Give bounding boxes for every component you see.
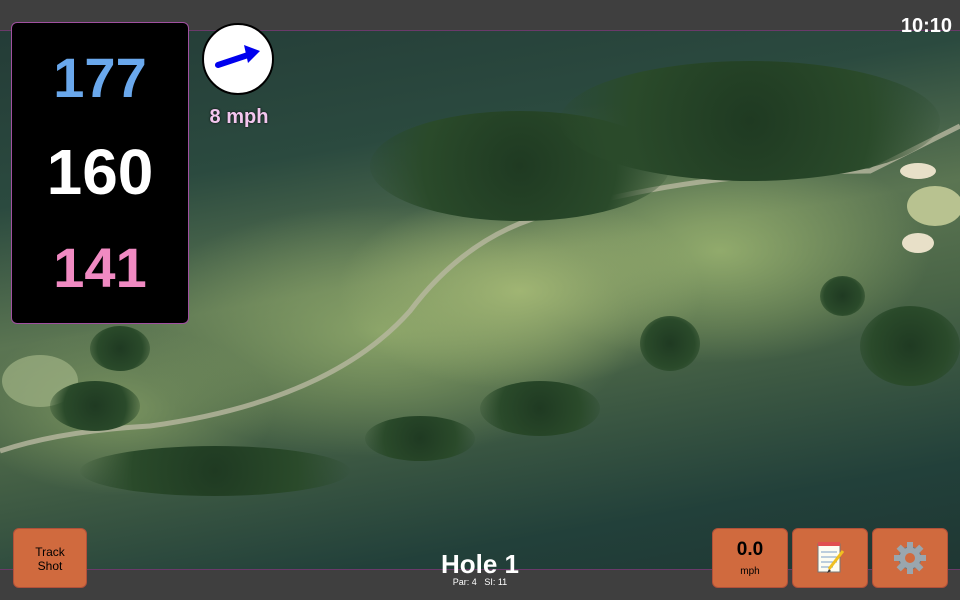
speed-button[interactable]: 0.0 mph: [712, 528, 788, 588]
tree-line: [365, 416, 475, 461]
tree-line: [860, 306, 960, 386]
speed-value: 0.0: [736, 539, 764, 560]
bunker: [900, 163, 936, 179]
tree: [90, 326, 150, 371]
settings-button[interactable]: [872, 528, 948, 588]
track-shot-label-line2: Shot: [37, 559, 63, 573]
wind-speed: 8 mph: [209, 106, 269, 128]
track-shot-button[interactable]: Track Shot: [13, 528, 87, 588]
tree-line: [560, 61, 940, 181]
tree: [640, 316, 700, 371]
notepad-icon: [817, 542, 845, 573]
hole-title: Hole 1: [440, 549, 520, 579]
speed-unit: mph: [740, 566, 760, 577]
tree-line: [480, 381, 600, 436]
hole-par: Par: 4: [452, 577, 477, 587]
hole-stroke-index: SI: 11: [484, 577, 508, 587]
hole-info: Par: 4 SI: 11: [380, 577, 580, 587]
track-shot-label-line1: Track: [35, 545, 65, 559]
green: [907, 186, 960, 226]
distance-panel: 177 160 141: [11, 22, 189, 324]
tree-line: [50, 381, 140, 431]
gear-icon: [894, 542, 926, 574]
tree: [820, 276, 865, 316]
tree-line: [80, 446, 350, 496]
bunker: [902, 233, 934, 253]
front-distance: 141: [53, 236, 147, 299]
wind-indicator: [202, 23, 274, 95]
notes-button[interactable]: [792, 528, 868, 588]
middle-distance: 160: [46, 136, 154, 208]
back-distance: 177: [53, 46, 147, 109]
clock: 10:10: [900, 15, 952, 37]
wind-arrow-icon: [215, 45, 260, 68]
